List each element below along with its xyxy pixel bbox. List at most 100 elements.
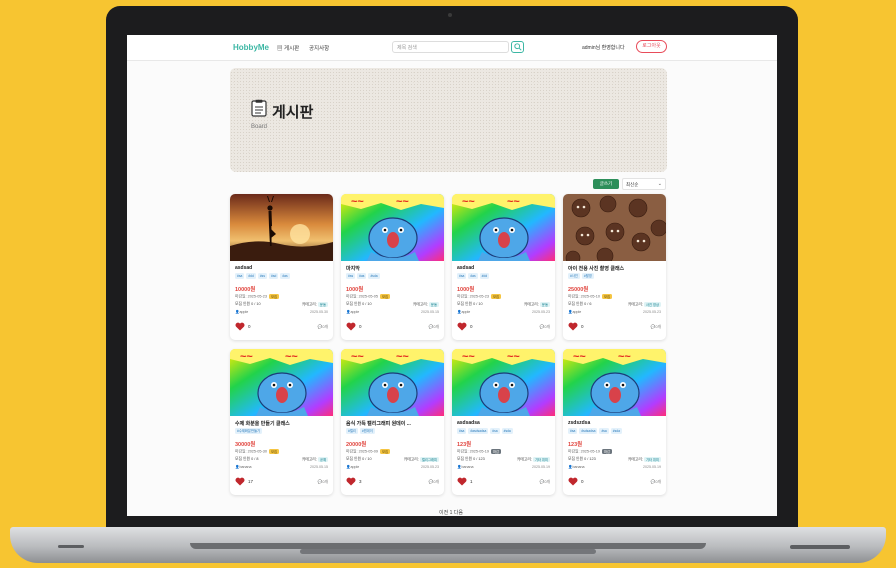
tag-badge[interactable]: #sa (490, 428, 500, 434)
search-input[interactable]: 제목 검색 (392, 41, 509, 53)
tag-badge[interactable]: #sd (268, 273, 279, 279)
card-date: 2025.05.23 (421, 465, 439, 469)
card-thumbnail[interactable]: ~~ ~~ (341, 349, 444, 416)
post-card[interactable]: ~~ ~~ asdsad #sa #as #dd 1000원 마감일: 2025-05-23 모… (452, 194, 555, 340)
heart-icon[interactable] (457, 477, 467, 486)
post-card[interactable]: ~~ ~~ 마지막 #ss #as #sda 1000원 마감일: 2025-05-05 모집 모… (341, 194, 444, 340)
comment-count[interactable]: 💬0개 (429, 479, 439, 485)
member-count: 모집 인원 0 / 10 (235, 302, 261, 306)
card-title[interactable]: asdsadsa (457, 420, 550, 426)
heart-icon[interactable] (346, 477, 356, 486)
card-title[interactable]: asdsad (235, 265, 328, 271)
card-date: 2025.05.23 (532, 310, 550, 314)
heart-icon[interactable] (346, 322, 356, 331)
tag-badge[interactable]: #sa (235, 273, 245, 279)
tag-badge[interactable]: #ss (257, 273, 267, 279)
card-thumbnail[interactable]: ~~ ~~ (452, 349, 555, 416)
search-button[interactable] (511, 41, 524, 53)
comment-count[interactable]: 💬0개 (651, 324, 661, 330)
card-title[interactable]: asdsad (457, 265, 550, 271)
card-thumbnail[interactable]: ~~ ~~ (341, 194, 444, 261)
svg-text:~~: ~~ (507, 351, 520, 363)
greeting-text: admin님 환영합니다 (582, 45, 625, 51)
post-card[interactable]: ~~ ~~ 음식 가득 캘리그래피 원데이 ... #캘리 #원데이 20000원 마감일:… (341, 349, 444, 495)
card-deadline: 마감일: 2025-05-23 모집 (235, 294, 280, 299)
tag-badge[interactable]: #sda (610, 428, 622, 434)
tag-badge[interactable]: #sa (568, 428, 578, 434)
tag-badge[interactable]: #dd (246, 273, 256, 279)
tag-badge[interactable]: #캘리 (346, 428, 358, 434)
card-title[interactable]: 음식 가득 캘리그래피 원데이 ... (346, 420, 439, 427)
write-button[interactable]: 글쓰기 (593, 179, 619, 189)
like-count: 0 (581, 479, 584, 484)
card-thumbnail[interactable]: ~~ ~~ (563, 349, 666, 416)
tag-badge[interactable]: #sda (501, 428, 513, 434)
comment-count[interactable]: 💬0개 (540, 479, 550, 485)
post-card[interactable]: 아이 전용 사진 촬영 클래스 #사진 #촬영 25000원 마감일: 2025-05-… (563, 194, 666, 340)
tag-badge[interactable]: #촬영 (581, 273, 594, 279)
heart-icon[interactable] (235, 322, 245, 331)
tag-badge[interactable]: #ss (346, 273, 356, 279)
nav-board-link[interactable]: ▤ 게시판 (277, 44, 299, 52)
card-title[interactable]: 아이 전용 사진 촬영 클래스 (568, 265, 661, 272)
heart-icon[interactable] (457, 322, 467, 331)
logo[interactable]: HobbyMe (233, 43, 269, 52)
card-title[interactable]: 마지막 (346, 265, 439, 272)
card-thumbnail[interactable] (230, 194, 333, 261)
card-footer: 0 💬0개 (568, 477, 661, 487)
category-label: 카테고리: (301, 457, 317, 462)
comment-count[interactable]: 💬0개 (651, 479, 661, 485)
svg-text:~~: ~~ (462, 351, 475, 363)
tag-badge[interactable]: #사진 (568, 273, 580, 279)
nav-notice-link[interactable]: 공지사항 (309, 44, 329, 52)
comment-count[interactable]: 💬0개 (540, 324, 550, 330)
tag-badge[interactable]: #as (357, 273, 367, 279)
tag-badge[interactable]: #수제화분만들기 (235, 428, 263, 434)
status-badge: 모집 (602, 294, 613, 299)
tag-badge[interactable]: #sa (457, 428, 467, 434)
card-title[interactable]: 수제 화분을 만들기 클래스 (235, 420, 328, 427)
comment-count[interactable]: 💬0개 (318, 479, 328, 485)
card-thumbnail[interactable]: ~~ ~~ (452, 194, 555, 261)
tag-badge[interactable]: #sa (599, 428, 609, 434)
tag-list: #ss #as #sda (346, 273, 380, 279)
category-badge: 기타 취미 (532, 457, 550, 462)
card-author: banana (461, 465, 474, 469)
post-card[interactable]: ~~ ~~ asdsadsa #sa #asdsadsa #sa #sda 123원 마감일: … (452, 349, 555, 495)
card-author-row: 👤banana 2025.05.19 (457, 465, 550, 469)
laptop-base-edge (300, 549, 596, 554)
tag-badge[interactable]: #as (280, 273, 290, 279)
heart-icon[interactable] (568, 322, 578, 331)
tag-badge[interactable]: #as (468, 273, 478, 279)
svg-text:~~: ~~ (351, 351, 364, 363)
heart-icon[interactable] (568, 477, 578, 486)
tag-badge[interactable]: #sa (457, 273, 467, 279)
card-thumbnail[interactable]: ~~ ~~ (230, 349, 333, 416)
tag-list: #sa #dd #ss #sd #as (235, 273, 290, 279)
comment-count[interactable]: 💬0개 (318, 324, 328, 330)
sort-select[interactable]: 최신순 ⌄ (622, 178, 666, 190)
heart-icon[interactable] (235, 477, 245, 486)
tag-badge[interactable]: #dd (479, 273, 490, 279)
status-badge: 모집 (380, 294, 391, 299)
board-icon: ▤ (277, 46, 285, 52)
card-meta-row: 모집 인원 0 / 10 카테고리: 운동 (346, 302, 439, 307)
card-footer: 3 💬0개 (346, 477, 439, 487)
post-card[interactable]: ~~ ~~ 수제 화분을 만들기 클래스 #수제화분만들기 30000원 마감일: 202… (230, 349, 333, 495)
post-card[interactable]: ~~ ~~ zsdszdsa #sa #sdsadsa #sa #sda 123원 마감일: 2… (563, 349, 666, 495)
card-price: 1000원 (457, 287, 475, 293)
card-footer: 0 💬0개 (235, 322, 328, 332)
comment-count[interactable]: 💬0개 (429, 324, 439, 330)
logout-button[interactable]: 로그아웃 (636, 40, 667, 53)
tag-badge[interactable]: #asdsadsa (468, 428, 489, 434)
tag-badge[interactable]: #원데이 (359, 428, 375, 434)
card-title[interactable]: zsdszdsa (568, 420, 661, 426)
like-count: 3 (359, 479, 362, 484)
post-card[interactable]: asdsad #sa #dd #ss #sd #as 10000원 마감일: 2025-05-… (230, 194, 333, 340)
status-badge: 모집 (380, 449, 391, 454)
card-thumbnail[interactable] (563, 194, 666, 261)
tag-badge[interactable]: #sdsadsa (579, 428, 598, 434)
tag-badge[interactable]: #sda (368, 273, 380, 279)
pagination[interactable]: 이전 1 다음 (439, 509, 463, 516)
meme-image: ~~ ~~ (341, 194, 444, 261)
